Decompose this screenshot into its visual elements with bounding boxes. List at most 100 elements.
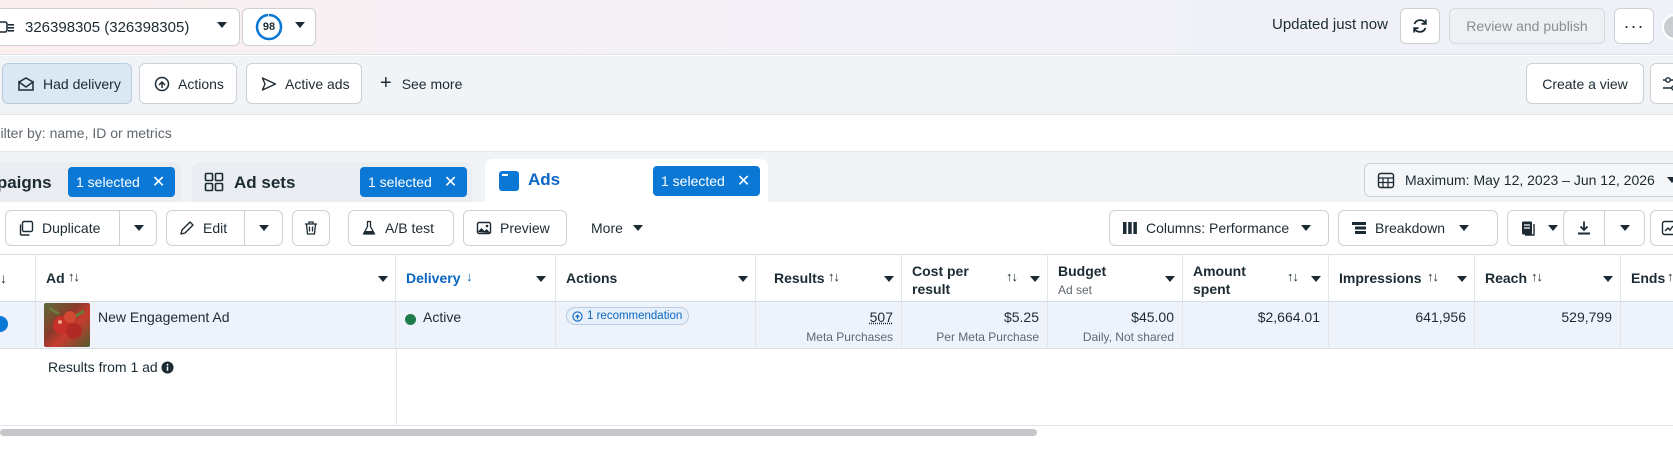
column-header-amount-spent[interactable]: Amount spent ↑↓ [1183,255,1329,301]
date-range-label: Maximum: May 12, 2023 – Jun 12, 2026 [1405,172,1655,188]
search-input[interactable] [0,115,1673,151]
table-row[interactable]: New Engagement Ad Active 1 recommendatio… [0,302,1673,349]
column-header-impressions[interactable]: Impressions ↑↓ [1329,255,1475,301]
column-header-actions[interactable]: Actions [556,255,756,301]
account-icon [0,18,19,36]
chevron-down-icon[interactable] [378,276,388,282]
calendar-icon [1377,172,1395,189]
chevron-down-icon[interactable] [1620,225,1630,231]
recommendation-badge[interactable]: 1 recommendation [566,307,690,325]
sort-icon[interactable]: ↑↓ [1531,269,1543,284]
recommendation-label: 1 recommendation [587,310,683,322]
column-header-results[interactable]: Results ↑↓ [756,255,902,301]
avatar[interactable] [1662,14,1673,40]
chevron-down-icon[interactable] [1311,276,1321,282]
ads-selected-badge[interactable]: 1 selected ✕ [653,166,761,196]
toggle-switch[interactable] [0,316,8,332]
amount-spent-cell: $2,664.01 [1183,302,1329,348]
date-range-picker[interactable]: Maximum: May 12, 2023 – Jun 12, 2026 [1364,163,1673,197]
edit-button-group: Edit [166,210,283,246]
chevron-down-icon[interactable] [738,276,748,282]
chevron-down-icon[interactable] [1457,276,1467,282]
chevron-down-icon[interactable] [134,225,144,231]
chip-actions[interactable]: Actions [139,63,237,104]
chevron-down-icon [1548,225,1558,231]
column-header-label: Reach [1485,270,1528,286]
chevron-down-icon[interactable] [1165,276,1175,282]
columns-dropdown[interactable]: Columns: Performance [1109,210,1329,246]
opportunity-score[interactable]: 98 [242,8,316,46]
more-dropdown[interactable]: More [591,210,643,246]
score-value: 98 [262,21,276,33]
chevron-down-icon[interactable] [259,225,269,231]
sort-icon[interactable]: ↑↓ [1006,269,1018,284]
chevron-down-icon [1459,225,1470,231]
updated-status: Updated just now [1272,16,1388,33]
charts-button[interactable] [1650,210,1673,246]
ad-name-link[interactable]: New Engagement Ad [98,309,230,325]
level-tabs-row: Campaigns 1 selected ✕ Ad sets 1 selected… [0,152,1673,202]
sort-icon[interactable]: ↑↓ [1287,269,1299,284]
review-and-publish-button[interactable]: Review and publish [1449,8,1605,44]
download-icon[interactable] [1576,220,1592,236]
column-header-cost-per-result[interactable]: Cost per result ↑↓ [902,255,1048,301]
column-header-label: Impressions [1339,270,1422,286]
tab-ads[interactable]: Ads 1 selected ✕ [485,159,768,202]
column-header-label: Actions [566,270,618,286]
tab-campaigns[interactable]: Campaigns 1 selected ✕ [0,162,182,202]
create-view-button[interactable]: Create a view [1526,63,1644,104]
delivery-cell: Active [396,302,556,348]
duplicate-button[interactable]: Duplicate [42,220,100,236]
info-icon[interactable] [161,361,174,374]
chip-had-delivery[interactable]: Had delivery [2,63,132,104]
edit-button[interactable]: Edit [203,220,227,236]
tab-ad-sets[interactable]: Ad sets 1 selected ✕ [192,162,472,202]
campaigns-selected-badge[interactable]: 1 selected ✕ [68,167,176,197]
breakdown-dropdown[interactable]: Breakdown [1338,210,1498,246]
chevron-down-icon[interactable] [884,276,894,282]
filter-chips-row: Had delivery Actions Active ads + See mo… [0,56,1673,114]
chip-active-ads[interactable]: Active ads [246,63,362,104]
column-header-label: Results [774,270,825,286]
results-value[interactable]: 507 [870,309,893,325]
ad-thumbnail[interactable] [44,303,90,347]
more-options-button[interactable]: ··· [1614,8,1654,44]
column-header-budget[interactable]: Budget Ad set [1048,255,1183,301]
preview-button[interactable]: Preview [463,210,567,246]
close-icon[interactable]: ✕ [444,172,457,192]
column-header-reach[interactable]: Reach ↑↓ [1475,255,1621,301]
chevron-down-icon[interactable] [1030,276,1040,282]
column-header-toggle[interactable]: ↓ [0,255,36,301]
duplicate-button-group: Duplicate [5,210,157,246]
see-more-button[interactable]: + See more [380,63,462,104]
close-icon[interactable]: ✕ [152,172,165,192]
sort-icon[interactable]: ↑↓ [1667,269,1673,284]
horizontal-scrollbar[interactable] [0,425,1673,437]
pencil-icon [180,221,194,235]
score-ring: 98 [255,13,283,41]
badge-label: 1 selected [368,174,432,190]
sort-icon[interactable]: ↑↓ [828,269,840,284]
column-header-ad[interactable]: Ad ↑↓ [36,255,396,301]
ab-test-button[interactable]: A/B test [348,210,454,246]
actions-icon [154,76,170,91]
duplicate-icon [19,220,34,236]
chevron-down-icon[interactable] [1603,276,1613,282]
chevron-down-icon[interactable] [536,276,546,282]
column-header-ends[interactable]: Ends ↑↓ [1621,255,1673,301]
close-icon[interactable]: ✕ [737,171,750,191]
column-divider [396,349,397,425]
filter-settings-button[interactable] [1650,63,1673,104]
account-selector[interactable]: 326398305 (326398305) [0,8,240,46]
column-header-delivery[interactable]: Delivery ↓ [396,255,556,301]
preview-label: Preview [500,220,550,236]
column-header-label: Budget [1058,263,1107,279]
ends-cell [1621,302,1673,348]
delete-button[interactable] [292,210,330,246]
sort-icon[interactable]: ↑↓ [68,269,80,284]
sort-icon[interactable]: ↑↓ [1427,269,1439,284]
ad-sets-selected-badge[interactable]: 1 selected ✕ [360,167,468,197]
scrollbar-thumb[interactable] [0,429,1037,436]
refresh-button[interactable] [1400,8,1440,44]
sort-icon[interactable]: ↓ [466,269,472,284]
